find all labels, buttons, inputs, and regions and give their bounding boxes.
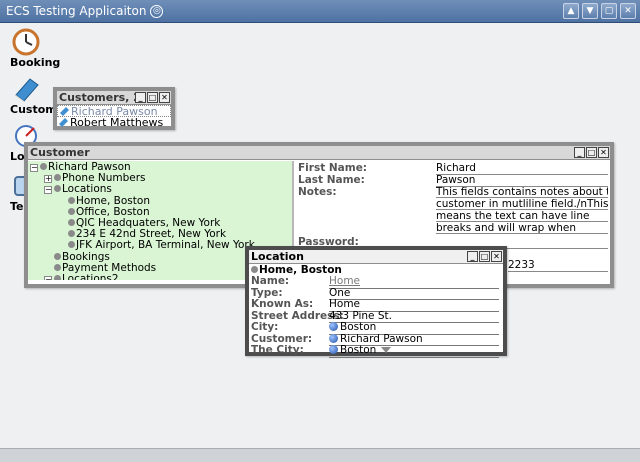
node-icon [68,230,75,238]
tree-node-label: 234 E 42nd Street, New York [76,228,227,241]
scroll-down-button[interactable]: ▼ [582,3,598,19]
close-button[interactable]: ✕ [620,3,636,19]
notes-line: customer in mutliline field./nThis [436,198,608,210]
node-icon [68,241,75,249]
last-name-label: Last Name: [298,174,365,186]
node-icon [54,185,61,193]
collapse-icon[interactable]: − [44,276,52,280]
location-frame-title: Location [251,250,304,263]
location-frame[interactable]: Location _ □ ✕ Home, Boston Name: Home Typ… [245,246,507,358]
maximize-button[interactable]: ▢ [601,3,617,19]
customers-frame[interactable]: Customers, 2 _ □ ✕ Richard Pawson Robert… [53,87,175,130]
partial-field[interactable]: 2233 [508,259,608,272]
maximize-button[interactable]: □ [479,251,490,262]
location-frame-titlebar[interactable]: Location _ □ ✕ [249,250,503,264]
field-value-text: Boston [340,321,377,333]
notes-field[interactable]: This fields contains notes about the cus… [436,186,608,234]
tree-node-label: Phone Numbers [62,172,146,185]
expand-icon[interactable]: + [44,175,52,184]
notes-line: This fields contains notes about the [436,186,608,198]
app-titlebar: ECS Testing Applicaiton ◎ ▲ ▼ ▢ ✕ [0,0,640,23]
location-row: The City: Boston [249,344,503,358]
maximize-button[interactable]: □ [147,92,158,103]
node-icon [68,196,75,204]
minimize-button[interactable]: _ [135,92,146,103]
tree-node-label: Bookings [62,250,110,263]
minimize-button[interactable]: _ [574,147,585,158]
node-icon [54,252,61,260]
window-controls: ▲ ▼ ▢ ✕ [563,3,636,19]
field-value-text: Home [329,298,361,310]
customers-frame-titlebar[interactable]: Customers, 2 _ □ ✕ [57,91,171,105]
desktop-icon-label: Booking [10,56,61,69]
customers-list: Richard Pawson Robert Matthews [57,105,171,129]
field-label: Name: [251,275,290,287]
status-bar [0,448,640,462]
tree-node-label: Locations2 [62,273,119,281]
globe-icon [329,333,338,343]
desktop: Booking Custom Lo Te Customers, 2 _ □ ✕ [0,23,640,448]
desktop-icon-booking[interactable]: Booking [10,28,70,69]
globe-icon [329,322,338,331]
last-name-row: Last Name: Pawson [298,174,608,187]
list-item[interactable]: Robert Matthews [57,117,171,129]
location-icon [251,266,258,273]
desktop-icon-label: Lo [10,150,25,163]
node-icon [54,275,61,280]
book-icon [59,118,68,127]
first-name-label: First Name: [298,162,368,174]
tree-node-label: Home, Boston [76,194,150,207]
field-value[interactable]: Boston [329,344,499,358]
field-label: City: [251,321,279,333]
collapse-icon[interactable]: − [44,186,52,195]
field-label: Known As: [251,298,314,310]
clock-icon [12,28,40,56]
scroll-up-button[interactable]: ▲ [563,3,579,19]
dropdown-arrow-icon[interactable] [381,347,392,353]
app-title-icon: ◎ [150,4,164,18]
tree-node-label: QIC Headquaters, New York [76,217,221,229]
tree-node[interactable]: − Locations2 [44,274,119,280]
maximize-button[interactable]: □ [586,147,597,158]
close-button[interactable]: ✕ [491,251,502,262]
notes-label: Notes: [298,186,337,198]
globe-icon [329,345,338,354]
customer-frame-titlebar[interactable]: Customer _ □ ✕ [28,146,610,160]
tree-node-label: Office, Boston [76,205,150,218]
location-form: Name: Home Type: One Known As: Home Street Add… [249,275,503,358]
tree-node-label: Richard Pawson [48,161,131,173]
tree-node-label: Locations [62,183,112,196]
first-name-row: First Name: Richard [298,162,608,175]
app-title: ECS Testing Applicaiton [6,4,147,18]
field-label: The City: [251,344,304,356]
desktop-icon-label: Custom [10,103,57,116]
node-icon [68,219,75,226]
node-icon [40,163,47,170]
location-row: Name: Home [249,275,503,289]
field-value-text: Home [329,275,361,287]
tree-node-label: JFK Airport, BA Terminal, New York [76,239,255,252]
customers-frame-title: Customers, 2 [59,91,141,104]
book-icon [60,107,69,116]
field-value-text: 433 Pine St. [329,309,392,322]
field-value-text: Richard Pawson [340,332,423,345]
collapse-icon[interactable]: − [30,164,38,172]
node-icon [54,263,61,271]
tree-node-label: Payment Methods [62,261,157,274]
desktop-icon-label: Te [10,200,24,213]
book-icon [15,78,39,102]
customer-frame-title: Customer [30,146,90,159]
close-button[interactable]: ✕ [598,147,609,158]
close-button[interactable]: ✕ [159,92,170,103]
minimize-button[interactable]: _ [467,251,478,262]
field-value-text: One [329,286,351,299]
field-value-text: Boston [340,344,377,356]
notes-line: breaks and will wrap when [436,222,608,234]
notes-line: means the text can have line [436,210,608,222]
node-icon [54,174,61,182]
node-icon [68,207,75,215]
